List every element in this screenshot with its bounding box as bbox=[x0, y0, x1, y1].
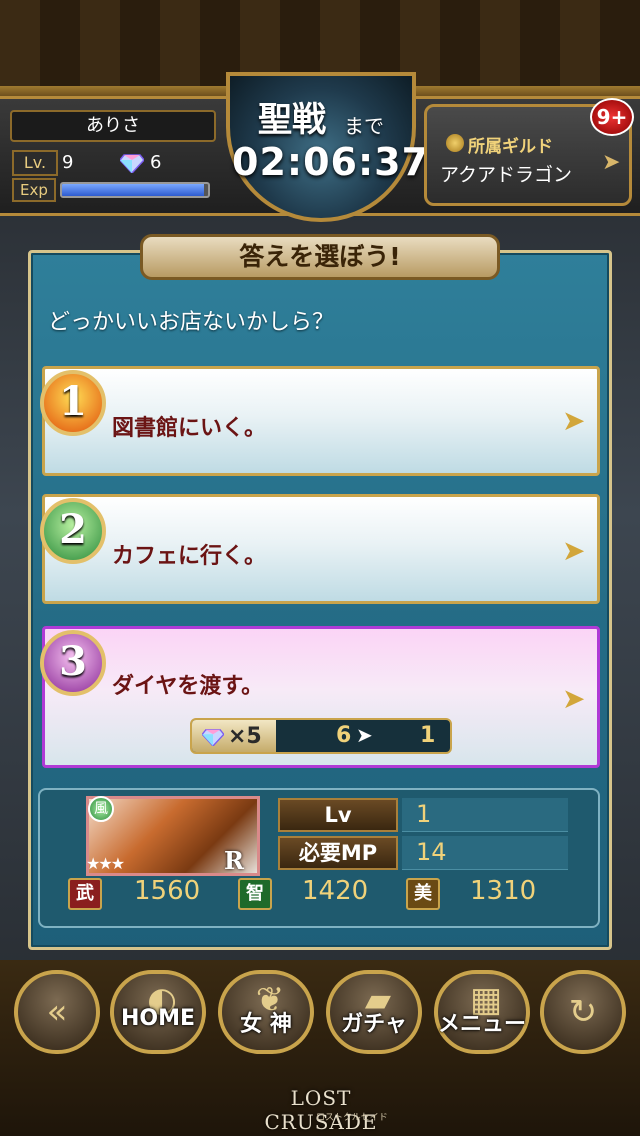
choice-3-text: ダイヤを渡す。 bbox=[112, 674, 264, 699]
arrow-right-icon: ➤ bbox=[356, 723, 373, 747]
required-mp-value: 14 bbox=[416, 838, 447, 866]
home-label: HOME bbox=[120, 1006, 196, 1031]
level-value: 9 bbox=[62, 152, 74, 173]
card-level-value: 1 bbox=[416, 800, 432, 828]
guild-name: アクアドラゴン bbox=[440, 164, 573, 186]
game-logo-subtitle: ロストクルセイド bbox=[316, 1113, 388, 1123]
notification-badge[interactable]: 9+ bbox=[590, 98, 634, 136]
question-text: どっかいいお店ないかしら？ bbox=[48, 310, 335, 335]
chevron-right-icon: ➤ bbox=[562, 682, 586, 715]
cost-amount: ×5 bbox=[228, 724, 262, 749]
event-countdown: 02:06:37 bbox=[232, 140, 430, 184]
level-stat-label: Lv bbox=[278, 798, 398, 832]
beauty-stat-icon: 美 bbox=[406, 878, 440, 910]
refresh-button[interactable]: ↻ bbox=[540, 970, 626, 1054]
menu-label: メニュー bbox=[437, 1012, 526, 1037]
goddess-label: 女 神 bbox=[240, 1012, 292, 1037]
diamond-icon bbox=[202, 729, 224, 746]
panel-title: 答えを選ぼう! bbox=[140, 234, 500, 280]
back-button[interactable]: « bbox=[14, 970, 100, 1054]
exp-bar-fill bbox=[62, 184, 204, 196]
exp-bar bbox=[60, 182, 210, 198]
attack-stat-icon: 武 bbox=[68, 878, 102, 910]
level-label: Lv. bbox=[12, 150, 58, 176]
guild-label: 所属ギルド bbox=[468, 137, 553, 157]
gacha-label: ガチャ bbox=[341, 1012, 407, 1037]
event-suffix: まで bbox=[344, 114, 384, 138]
intellect-stat-icon: 智 bbox=[238, 878, 272, 910]
current-diamonds: 6 bbox=[336, 723, 352, 748]
number-1-badge: 1 bbox=[40, 370, 106, 436]
wind-attribute-icon: 風 bbox=[88, 796, 114, 822]
card-rarity: R bbox=[224, 846, 244, 875]
mp-stat-label: 必要MP bbox=[278, 836, 398, 870]
number-2-badge: 2 bbox=[40, 498, 106, 564]
beauty-value: 1310 bbox=[470, 876, 537, 906]
card-stars: ★★★ bbox=[86, 854, 125, 873]
diamond-cost-bar: ×5 6 ➤ 1 bbox=[190, 718, 452, 754]
choice-2-text: カフェに行く。 bbox=[112, 544, 267, 569]
player-name: ありさ bbox=[10, 110, 216, 142]
event-title: 聖戦 bbox=[258, 100, 326, 140]
attack-value: 1560 bbox=[134, 876, 201, 906]
gem-count: 6 bbox=[150, 152, 162, 173]
number-3-badge: 3 bbox=[40, 630, 106, 696]
guild-emblem-icon bbox=[446, 134, 464, 152]
chevron-right-icon: ➤ bbox=[602, 150, 621, 175]
refresh-icon: ↻ bbox=[568, 992, 598, 1032]
intellect-value: 1420 bbox=[302, 876, 369, 906]
chevron-right-icon: ➤ bbox=[562, 404, 586, 437]
diamond-icon bbox=[120, 154, 144, 173]
double-chevron-left-icon: « bbox=[46, 992, 68, 1032]
exp-label: Exp bbox=[12, 178, 56, 202]
remaining-diamonds: 1 bbox=[420, 723, 436, 748]
choice-1-text: 図書館にいく。 bbox=[112, 416, 267, 441]
chevron-right-icon: ➤ bbox=[562, 534, 586, 567]
